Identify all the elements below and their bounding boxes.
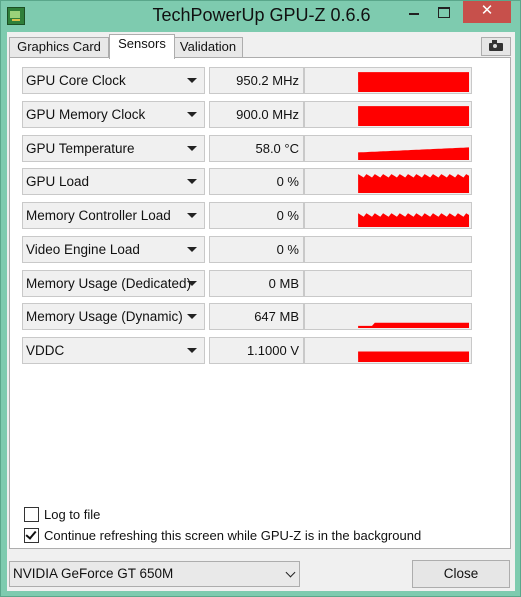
dropdown-arrow-icon [187,179,197,184]
sensor-graph[interactable] [304,270,472,297]
sensor-name-dropdown[interactable]: Video Engine Load [22,236,205,263]
sensor-graph-area [358,72,469,92]
sensor-row: Video Engine Load 0 % [22,236,475,263]
dropdown-arrow-icon [187,146,197,151]
chevron-down-icon [285,567,296,578]
dropdown-arrow-icon [187,78,197,83]
sensor-graph-plot [358,213,469,227]
dropdown-arrow-icon [187,213,197,218]
maximize-button[interactable] [429,1,459,23]
title-bar[interactable]: TechPowerUp GPU-Z 0.6.6 ✕ [1,1,520,32]
gpuz-window: TechPowerUp GPU-Z 0.6.6 ✕ Graphics Card … [0,0,521,597]
sensor-row: GPU Temperature 58.0 °C [22,135,475,162]
camera-icon [489,40,503,51]
dropdown-arrow-icon [187,281,197,286]
sensor-row: Memory Controller Load 0 % [22,202,475,229]
sensor-graph[interactable] [304,168,472,195]
sensor-row: GPU Memory Clock 900.0 MHz [22,101,475,128]
sensor-name-dropdown[interactable]: Memory Controller Load [22,202,205,229]
sensor-value: 0 % [209,236,304,263]
sensor-name-dropdown[interactable]: GPU Load [22,168,205,195]
sensor-value: 900.0 MHz [209,101,304,128]
log-to-file-checkbox[interactable] [24,507,39,522]
gpu-select[interactable]: NVIDIA GeForce GT 650M [9,561,300,587]
sensor-graph-area [358,213,469,227]
checkmark-icon [25,528,37,540]
sensor-name-label: Memory Usage (Dedicated) [26,276,192,291]
sensor-graph[interactable] [304,303,472,330]
sensors-panel: GPU Core Clock 950.2 MHz GPU Memory Clock 9… [9,57,511,549]
continue-refresh-checkbox[interactable] [24,528,39,543]
sensor-row: VDDC 1.1000 V [22,337,475,364]
tab-validation[interactable]: Validation [173,37,243,57]
screenshot-button[interactable] [481,37,511,56]
sensor-graph-plot [358,106,469,126]
sensor-name-dropdown[interactable]: VDDC [22,337,205,364]
sensor-graph-area [358,147,469,160]
sensor-graph-plot [358,174,469,193]
sensor-name-label: GPU Load [26,174,90,189]
sensor-row: GPU Load 0 % [22,168,475,195]
sensor-name-dropdown[interactable]: GPU Temperature [22,135,205,162]
sensor-name-dropdown[interactable]: Memory Usage (Dynamic) [22,303,205,330]
close-button[interactable]: Close [412,560,510,588]
sensor-graph-plot [358,351,469,362]
minimize-button[interactable] [399,1,429,23]
sensor-row: Memory Usage (Dedicated) 0 MB [22,270,475,297]
sensor-graph-plot [358,147,469,160]
sensor-value: 58.0 °C [209,135,304,162]
dropdown-arrow-icon [187,247,197,252]
sensor-graph[interactable] [304,337,472,364]
close-window-button[interactable]: ✕ [463,1,511,23]
sensor-graph[interactable] [304,67,472,94]
sensor-graph-area [358,174,469,193]
client-area: Graphics Card Sensors Validation GPU Cor… [7,32,515,591]
sensor-graph-area [358,106,469,126]
sensor-value: 0 % [209,168,304,195]
sensor-name-label: Memory Usage (Dynamic) [26,309,183,324]
sensor-value: 0 % [209,202,304,229]
sensor-value: 950.2 MHz [209,67,304,94]
close-icon: ✕ [480,2,494,19]
sensor-name-label: Memory Controller Load [26,208,171,223]
sensor-name-dropdown[interactable]: Memory Usage (Dedicated) [22,270,205,297]
sensor-name-label: GPU Temperature [26,141,135,156]
sensor-name-label: GPU Memory Clock [26,107,146,122]
dropdown-arrow-icon [187,348,197,353]
sensor-name-dropdown[interactable]: GPU Memory Clock [22,101,205,128]
tab-sensors[interactable]: Sensors [109,34,175,59]
sensor-name-label: VDDC [26,343,65,358]
sensor-name-dropdown[interactable]: GPU Core Clock [22,67,205,94]
sensor-graph[interactable] [304,101,472,128]
sensor-value: 1.1000 V [209,337,304,364]
gpu-select-value: NVIDIA GeForce GT 650M [13,566,174,581]
sensor-name-label: Video Engine Load [26,242,140,257]
sensor-graph-area [358,351,469,362]
sensor-graph[interactable] [304,202,472,229]
minimize-icon [409,13,419,15]
sensor-graph-plot [358,72,469,92]
sensor-row: Memory Usage (Dynamic) 647 MB [22,303,475,330]
sensor-graph-plot [358,322,469,328]
sensor-name-label: GPU Core Clock [26,73,126,88]
sensor-value: 0 MB [209,270,304,297]
sensor-row: GPU Core Clock 950.2 MHz [22,67,475,94]
dropdown-arrow-icon [187,314,197,319]
tab-strip: Graphics Card Sensors Validation [7,32,515,59]
sensor-graph-area [358,322,469,328]
maximize-icon [438,7,450,18]
continue-refresh-label[interactable]: Continue refreshing this screen while GP… [44,527,421,545]
tab-graphics-card[interactable]: Graphics Card [9,37,109,57]
log-to-file-label[interactable]: Log to file [44,506,100,524]
sensor-value: 647 MB [209,303,304,330]
sensor-graph[interactable] [304,236,472,263]
sensor-graph[interactable] [304,135,472,162]
dropdown-arrow-icon [187,112,197,117]
